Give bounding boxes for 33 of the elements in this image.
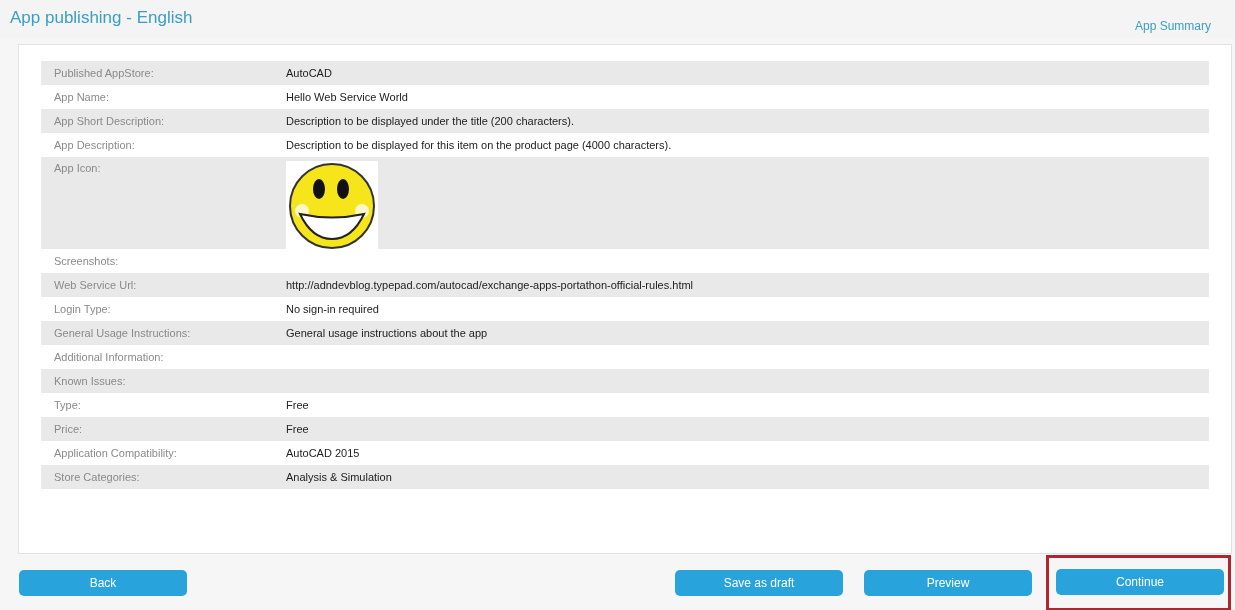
field-label: Application Compatibility: [53, 447, 178, 459]
page-title: App publishing - English [10, 8, 193, 29]
field-label: Additional Information: [53, 351, 165, 363]
field-label: Store Categories: [53, 471, 141, 483]
field-label: Published AppStore: [53, 67, 155, 79]
field-value: http://adndevblog.typepad.com/autocad/exchange-apps-portathon-official-rules.html [286, 279, 694, 291]
action-button[interactable]: Back [19, 570, 187, 596]
field-value: AutoCAD 2015 [286, 447, 360, 459]
field-label: App Description: [53, 139, 136, 151]
field-label: App Icon: [53, 161, 102, 174]
action-button[interactable]: Preview [864, 570, 1032, 596]
action-button[interactable]: Continue [1056, 569, 1224, 595]
field-label: Type: [53, 399, 82, 411]
field-label: Web Service Url: [53, 279, 138, 291]
field-value: Free [286, 399, 309, 411]
field-value: Free [286, 423, 309, 435]
field-value: Analysis & Simulation [286, 471, 392, 483]
field-value: Hello Web Service World [286, 91, 408, 103]
action-button[interactable]: Save as draft [675, 570, 843, 596]
field-label: Screenshots: [53, 255, 120, 267]
field-value: No sign-in required [286, 303, 379, 315]
field-value: AutoCAD [286, 67, 332, 79]
app-summary-link[interactable]: App Summary [1134, 19, 1211, 38]
field-value: Description to be displayed for this item on the product page (4000 characters). [286, 139, 672, 151]
smiley-icon [286, 161, 378, 249]
field-label: Login Type: [53, 303, 112, 315]
field-label: App Name: [53, 91, 111, 103]
field-label: Price: [53, 423, 84, 435]
field-label: General Usage Instructions: [53, 327, 192, 339]
field-value: Description to be displayed under the title (200 characters). [286, 115, 574, 127]
field-label: Known Issues: [53, 375, 127, 387]
field-label: App Short Description: [53, 115, 166, 127]
field-value: General usage instructions about the app [286, 327, 488, 339]
